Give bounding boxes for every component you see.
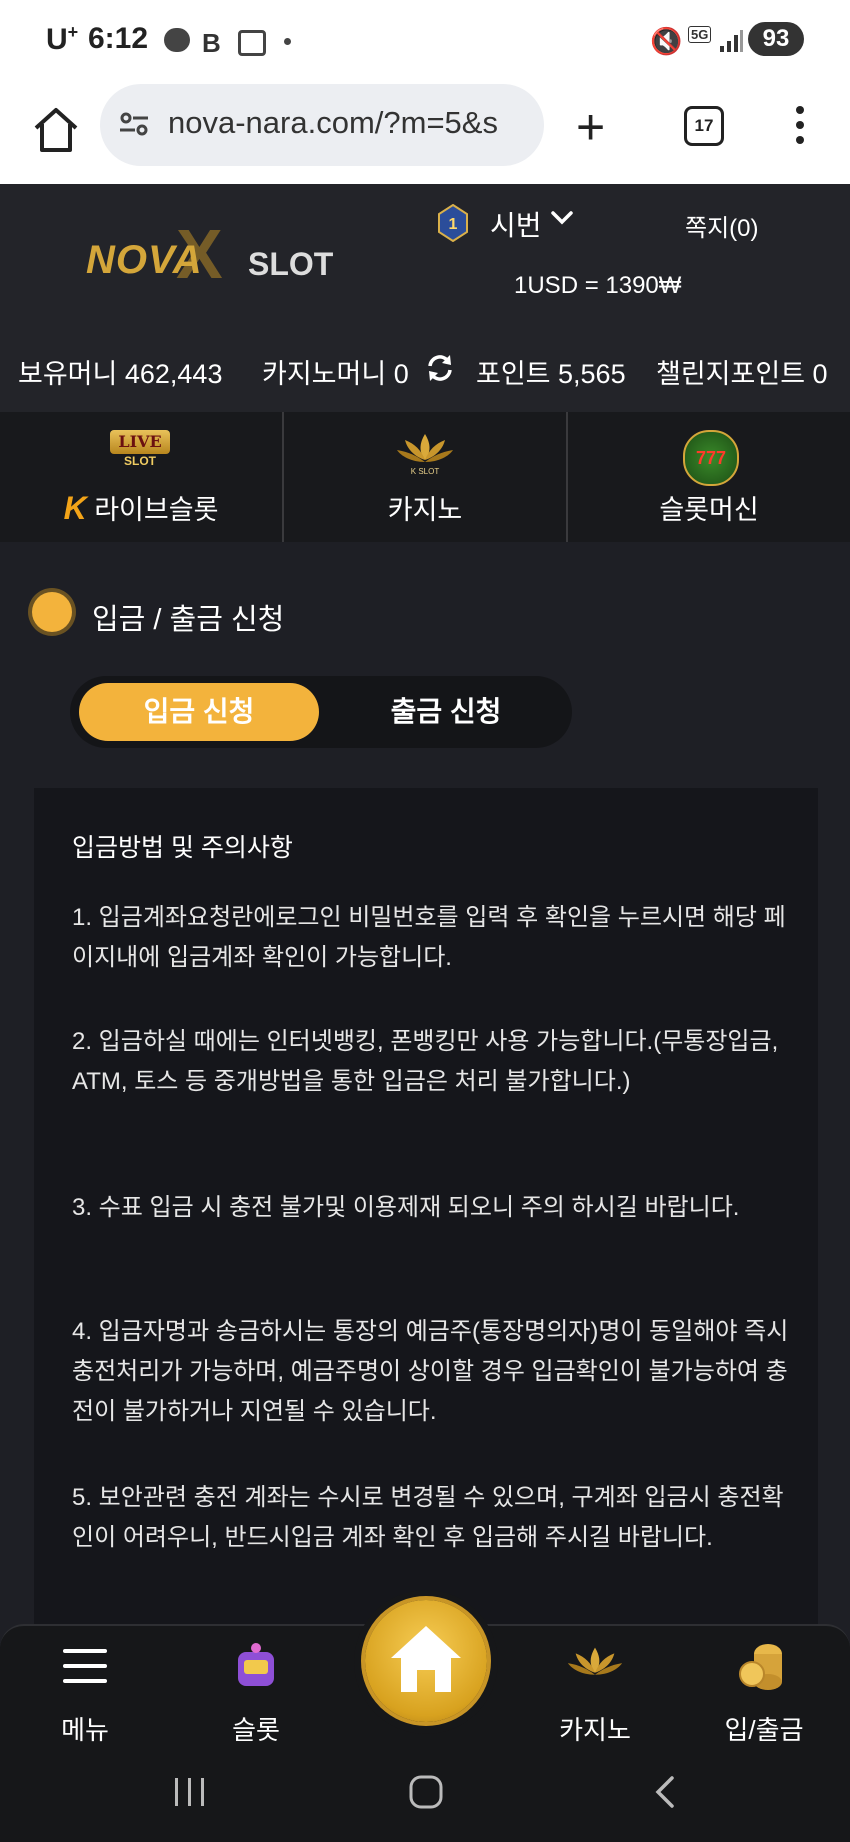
- address-bar[interactable]: nova-nara.com/?m=5&s: [100, 84, 544, 166]
- browser-toolbar: nova-nara.com/?m=5&s + 17: [0, 80, 850, 184]
- coins-icon: [739, 1644, 782, 1690]
- notice-item: 4. 입금자명과 송금하시는 통장의 예금주(통장명의자)명이 동일해야 즉시 …: [72, 1318, 789, 1425]
- system-nav-bar: [0, 1742, 850, 1842]
- notice-box: 입금방법 및 주의사항 1. 입금계좌요청란에로그인 비밀번호를 입력 후 확인…: [34, 788, 818, 1648]
- tab-slot-machine-label: 슬롯머신: [659, 495, 759, 525]
- withdraw-request-tab[interactable]: 출금 신청: [328, 683, 564, 741]
- username[interactable]: 시번: [490, 204, 542, 244]
- site-header: X NOVA SLOT 1 시번 쪽지(0) 1USD = 1390₩: [0, 184, 850, 326]
- 5g-icon: 5G: [688, 26, 712, 43]
- b-app-icon: B: [202, 28, 221, 58]
- more-menu-icon[interactable]: [790, 102, 810, 152]
- deposit-request-tab[interactable]: 입금 신청: [79, 683, 319, 741]
- messages-link[interactable]: 쪽지(0): [685, 208, 759, 243]
- nav-slot[interactable]: 슬롯: [196, 1642, 316, 1745]
- tab-casino-label: 카지노: [387, 495, 463, 525]
- casino-money: 카지노머니 0: [262, 359, 409, 389]
- notice-item: 2. 입금하실 때에는 인터넷뱅킹, 폰뱅킹만 사용 가능합니다.(무통장입금,…: [72, 1028, 779, 1095]
- talk-icon: [164, 28, 190, 52]
- recent-apps-icon[interactable]: [172, 1776, 208, 1808]
- notice-title: 입금방법 및 주의사항: [72, 834, 293, 862]
- chevron-down-icon[interactable]: [548, 204, 576, 232]
- site-settings-icon[interactable]: [118, 108, 150, 140]
- back-icon[interactable]: [652, 1774, 680, 1810]
- notice-item: 1. 입금계좌요청란에로그인 비밀번호를 입력 후 확인을 누르시면 해당 페이…: [72, 904, 786, 971]
- level-badge-icon: 1: [438, 204, 468, 242]
- new-tab-icon[interactable]: +: [576, 102, 605, 152]
- live-slot-icon: LIVE SLOT: [110, 430, 170, 474]
- scan-icon: [238, 30, 266, 56]
- home-icon[interactable]: [28, 102, 84, 158]
- tab-live-slot[interactable]: LIVE SLOT K 라이브슬롯: [0, 412, 282, 542]
- battery-indicator: 93: [748, 22, 804, 56]
- slot-machine-icon: [238, 1643, 274, 1686]
- nova-slot-logo[interactable]: X NOVA SLOT: [80, 210, 380, 300]
- section-title: 입금 / 출금 신청: [92, 604, 285, 636]
- tab-switcher-button[interactable]: 17: [684, 106, 724, 146]
- challenge-points: 챌린지포인트 0: [656, 359, 828, 389]
- tab-slot-machine[interactable]: 777 슬롯머신: [568, 412, 850, 542]
- balance-bar: 보유머니 462,443 카지노머니 0 포인트 5,565 챌린지포인트 0: [0, 326, 850, 412]
- exchange-rate: 1USD = 1390₩: [514, 272, 682, 299]
- signal-icon: [720, 30, 743, 52]
- tab-live-slot-label: K 라이브슬롯: [63, 490, 219, 526]
- slot-777-icon: 777: [683, 430, 739, 486]
- nav-deposit-withdraw[interactable]: 입/출금: [704, 1642, 824, 1745]
- logo-main-text: NOVA: [86, 238, 203, 282]
- category-tabs: LIVE SLOT K 라이브슬롯 K SLOT 카지노 777 슬롯머신: [0, 412, 850, 542]
- home-icon: [391, 1626, 461, 1692]
- casino-lotus-icon: K SLOT: [397, 434, 453, 476]
- refresh-icon[interactable]: [424, 352, 456, 384]
- casino-lotus-icon: [567, 1647, 623, 1675]
- notice-item: 5. 보안관련 충전 계좌는 수시로 변경될 수 있으며, 구계좌 입금시 충전…: [72, 1484, 784, 1551]
- status-bar: U+ 6:12 B 🔇 5G 93: [0, 0, 850, 80]
- home-nav-icon[interactable]: [408, 1774, 444, 1810]
- deposit-withdraw-toggle: 입금 신청 출금 신청: [70, 676, 572, 748]
- k-logo-icon: K: [63, 490, 87, 526]
- nav-casino[interactable]: 카지노: [535, 1642, 655, 1745]
- hamburger-menu-icon: [63, 1649, 107, 1683]
- holding-money: 보유머니 462,443: [18, 359, 223, 389]
- nav-menu[interactable]: 메뉴: [25, 1642, 145, 1745]
- casino-badge-text: K SLOT: [411, 467, 440, 476]
- home-fab-button[interactable]: [365, 1600, 487, 1722]
- logo-sub-text: SLOT: [248, 246, 334, 282]
- level-number: 1: [449, 216, 458, 233]
- url-text[interactable]: nova-nara.com/?m=5&s: [168, 105, 498, 141]
- tab-casino[interactable]: K SLOT 카지노: [284, 412, 566, 542]
- notice-item: 3. 수표 입금 시 충전 불가및 이용제재 되오니 주의 하시길 바랍니다.: [72, 1194, 740, 1221]
- section-bullet-icon: [32, 592, 72, 632]
- points: 포인트 5,565: [476, 359, 626, 389]
- dot-icon: [284, 38, 291, 45]
- carrier-label: U+: [46, 22, 79, 56]
- clock: 6:12: [88, 22, 149, 55]
- mute-icon: 🔇: [650, 26, 683, 56]
